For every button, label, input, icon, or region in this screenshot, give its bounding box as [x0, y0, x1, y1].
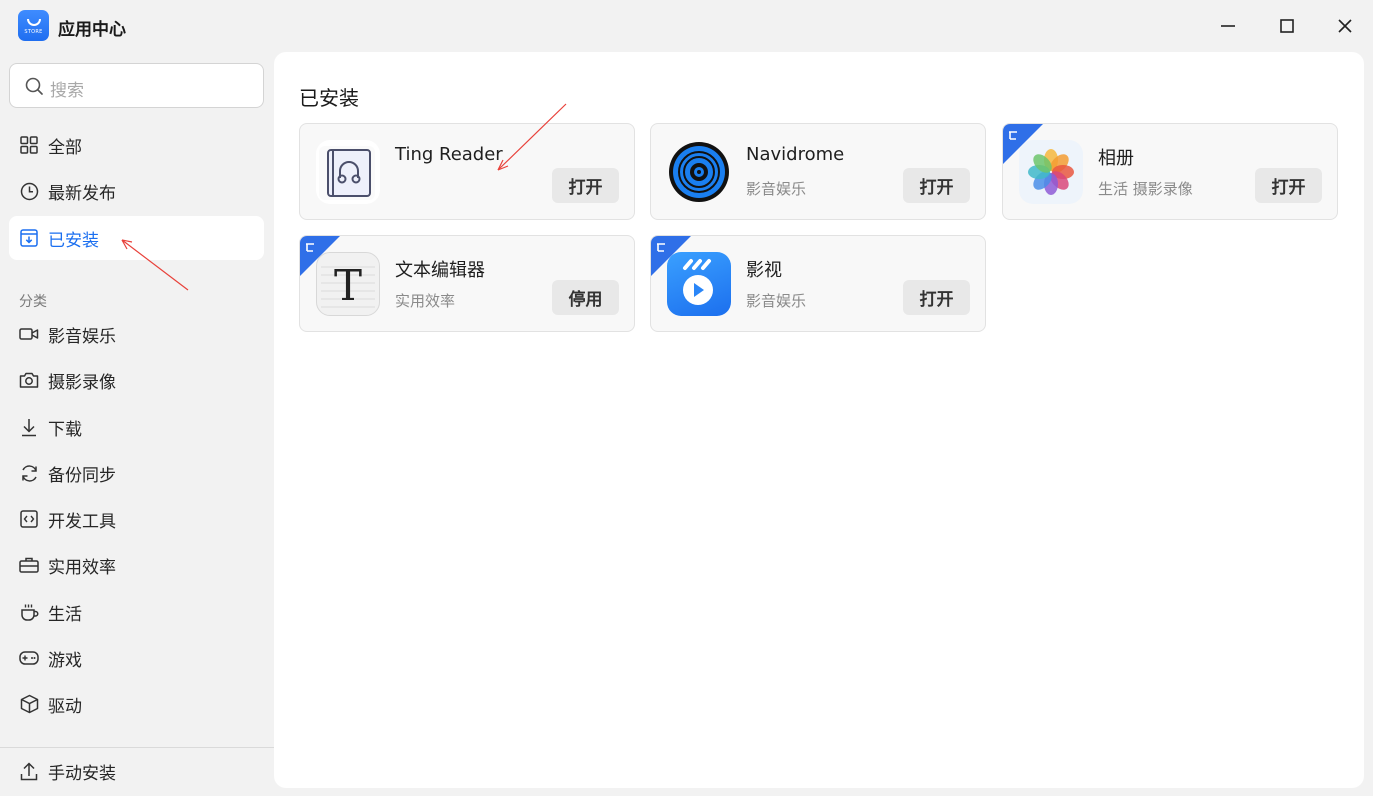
- sidebar-item-drivers[interactable]: 驱动: [9, 682, 264, 726]
- app-category: 影音娱乐: [746, 292, 807, 310]
- sidebar-item-label: 备份同步: [48, 465, 116, 486]
- sidebar-item-label: 游戏: [48, 650, 82, 671]
- cube-icon: [19, 694, 39, 714]
- navidrome-icon: [667, 140, 731, 204]
- sidebar-item-devtools[interactable]: 开发工具: [9, 497, 264, 541]
- minimize-button[interactable]: [1211, 9, 1245, 43]
- app-card-photos[interactable]: 相册 生活 摄影录像 打开: [1002, 123, 1338, 220]
- camera-icon: [19, 370, 39, 390]
- cup-icon: [19, 602, 39, 622]
- sidebar-item-label: 最新发布: [48, 183, 116, 204]
- sidebar-item-photo[interactable]: 摄影录像: [9, 358, 264, 402]
- svg-text:T: T: [334, 261, 362, 310]
- open-button[interactable]: 打开: [903, 168, 970, 203]
- sidebar-item-download[interactable]: 下载: [9, 405, 264, 449]
- clock-icon: [19, 181, 39, 201]
- app-name: 相册: [1098, 148, 1134, 169]
- upload-icon: [19, 761, 39, 781]
- sidebar-divider: [0, 747, 274, 748]
- search-input[interactable]: 搜索: [9, 63, 264, 108]
- app-category: 生活 摄影录像: [1098, 180, 1193, 198]
- app-name: 影视: [746, 260, 782, 281]
- download-icon: [19, 417, 39, 437]
- disable-button[interactable]: 停用: [552, 280, 619, 315]
- manual-install-button[interactable]: 手动安装: [9, 749, 264, 793]
- minimize-icon: [1221, 25, 1235, 27]
- close-icon: [1338, 19, 1352, 33]
- app-card-navidrome[interactable]: Navidrome 影音娱乐 打开: [650, 123, 986, 220]
- logo-text: STORE: [24, 28, 43, 35]
- text-editor-icon: T: [316, 252, 380, 316]
- toolbox-icon: [19, 555, 39, 575]
- open-button[interactable]: 打开: [552, 168, 619, 203]
- video-icon: [19, 324, 39, 344]
- sidebar-item-label: 驱动: [48, 696, 82, 717]
- app-card-text-editor[interactable]: T 文本编辑器 实用效率 停用: [299, 235, 635, 332]
- gamepad-icon: [19, 648, 39, 668]
- sidebar-item-life[interactable]: 生活: [9, 590, 264, 634]
- sidebar-item-label: 全部: [48, 137, 82, 158]
- sidebar-item-label: 摄影录像: [48, 372, 116, 393]
- open-button[interactable]: 打开: [1255, 168, 1322, 203]
- section-title: 已安装: [299, 86, 359, 110]
- sidebar-item-label: 已安装: [48, 230, 99, 251]
- sidebar-item-label: 影音娱乐: [48, 326, 116, 347]
- sidebar-item-media[interactable]: 影音娱乐: [9, 312, 264, 356]
- app-name: Ting Reader: [395, 144, 503, 165]
- ting-reader-icon: [316, 140, 380, 204]
- sync-icon: [19, 463, 39, 483]
- open-button[interactable]: 打开: [903, 280, 970, 315]
- sidebar-item-latest[interactable]: 最新发布: [9, 169, 264, 213]
- video-app-icon: [667, 252, 731, 316]
- sidebar-item-label: 下载: [48, 419, 82, 440]
- category-title: 分类: [19, 294, 47, 310]
- main-panel: 已安装 Ting Reader 打开 Navidrome 影音娱乐 打开 相册 …: [274, 52, 1364, 788]
- search-placeholder: 搜索: [50, 81, 84, 101]
- maximize-button[interactable]: [1270, 9, 1304, 43]
- app-name: Navidrome: [746, 144, 845, 165]
- app-category: 实用效率: [395, 292, 456, 310]
- search-icon: [25, 77, 43, 95]
- sidebar-item-installed[interactable]: 已安装: [9, 216, 264, 260]
- app-name: 文本编辑器: [395, 260, 485, 281]
- app-card-video[interactable]: 影视 影音娱乐 打开: [650, 235, 986, 332]
- grid-icon: [19, 135, 39, 155]
- sidebar-item-games[interactable]: 游戏: [9, 636, 264, 680]
- sidebar-item-all[interactable]: 全部: [9, 123, 264, 167]
- manual-install-label: 手动安装: [48, 763, 116, 784]
- installed-icon: [19, 228, 39, 248]
- close-button[interactable]: [1328, 9, 1362, 43]
- sidebar-item-label: 开发工具: [48, 511, 116, 532]
- app-logo: STORE: [18, 10, 49, 41]
- code-icon: [19, 509, 39, 529]
- sidebar-item-label: 实用效率: [48, 557, 116, 578]
- sidebar-item-label: 生活: [48, 604, 82, 625]
- app-title: 应用中心: [58, 20, 126, 40]
- app-card-ting-reader[interactable]: Ting Reader 打开: [299, 123, 635, 220]
- sidebar-item-utility[interactable]: 实用效率: [9, 543, 264, 587]
- sidebar-item-backup[interactable]: 备份同步: [9, 451, 264, 495]
- app-category: 影音娱乐: [746, 180, 807, 198]
- title-bar: STORE 应用中心: [0, 0, 1373, 52]
- photos-icon: [1019, 140, 1083, 204]
- maximize-icon: [1280, 19, 1294, 33]
